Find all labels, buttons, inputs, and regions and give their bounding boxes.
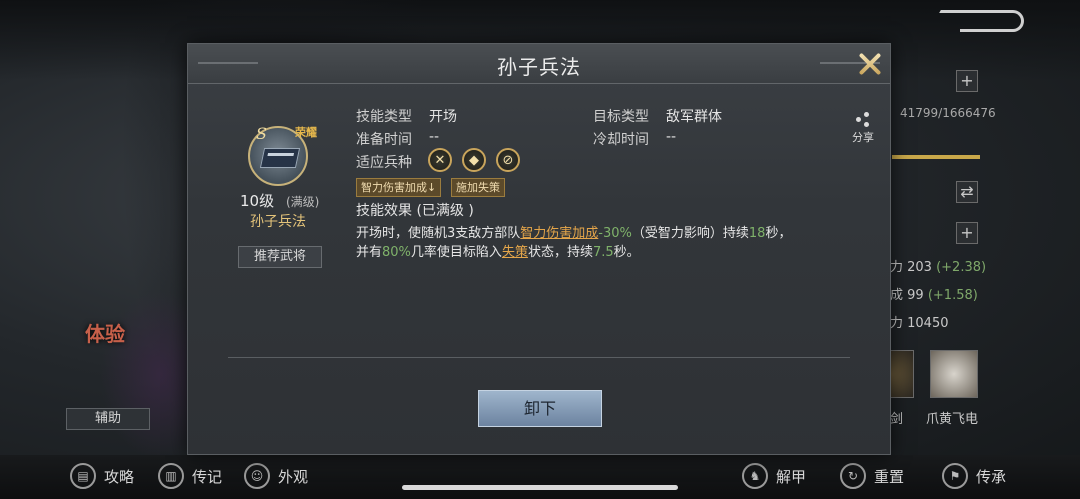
recommend-general-button[interactable]: 推荐武将	[238, 246, 322, 268]
side-card-horse[interactable]	[930, 350, 978, 398]
honor-tag: 荣耀	[295, 126, 317, 139]
archer-icon: ⊘	[496, 148, 520, 172]
stat-label-3: 力 10450	[890, 316, 949, 331]
experience-badge: 体验	[85, 322, 125, 346]
inherit-icon: ⚑	[942, 463, 968, 489]
share-button[interactable]: 分享	[848, 112, 878, 145]
skill-type-label: 技能类型	[356, 109, 412, 125]
nav-guide-label: 攻略	[104, 467, 135, 486]
nav-inherit-label: 传承	[976, 467, 1007, 486]
unload-button[interactable]: 卸下	[478, 390, 602, 427]
skill-detail-modal: 孙子兵法 S 荣耀 10级 (满级) 孙子兵法 推荐武将 技能类型 开场 目标类…	[187, 43, 891, 455]
desc-text: 几率使目标陷入	[410, 245, 502, 260]
skill-name: 孙子兵法	[250, 214, 306, 230]
nav-unarmor-label: 解甲	[776, 467, 807, 486]
stat-row-2: 成 99 (+1.58)	[890, 284, 978, 303]
divider	[228, 357, 850, 358]
desc-text: 秒。	[613, 245, 640, 260]
desc-keyword-link[interactable]: 智力伤害加成	[520, 226, 598, 241]
share-icon	[855, 112, 871, 128]
nav-reset[interactable]: ↻ 重置	[840, 463, 904, 489]
cooldown-label: 冷却时间	[593, 132, 649, 148]
home-indicator[interactable]	[402, 485, 678, 490]
add-button-2[interactable]: +	[956, 222, 978, 244]
nav-appearance-label: 外观	[278, 467, 309, 486]
desc-number: 7.5	[592, 245, 614, 260]
close-icon[interactable]	[856, 50, 884, 78]
nav-inherit[interactable]: ⚑ 传承	[942, 463, 1006, 489]
skill-grade: S	[256, 124, 267, 143]
desc-number: 18	[748, 226, 766, 241]
book-icon	[259, 148, 301, 168]
stat-label-1: 力 203	[890, 260, 932, 275]
modal-title: 孙子兵法	[497, 55, 581, 79]
desc-text: 开场时，使随机3支敌方部队	[356, 226, 521, 241]
target-type-value: 敌军群体	[666, 109, 722, 125]
stat-label-2: 成 99	[890, 288, 924, 303]
effect-title: 技能效果 (已满级 )	[356, 203, 474, 219]
target-type-label: 目标类型	[593, 109, 649, 125]
desc-text: 秒，	[765, 226, 792, 241]
nav-biography-label: 传记	[192, 467, 223, 486]
side-card-weapon-label: 剑	[890, 412, 904, 427]
stat-row-3: 力 10450	[890, 312, 949, 331]
tag-int-damage-down: 智力伤害加成↓	[356, 178, 442, 197]
desc-text: 并有	[356, 245, 383, 260]
skill-level: 10级	[240, 192, 275, 210]
troop-type-label: 适应兵种	[356, 155, 412, 171]
nav-unarmor[interactable]: ♞ 解甲	[742, 463, 806, 489]
stat-row-1: 力 203 (+2.38)	[890, 256, 986, 275]
nav-biography[interactable]: ▥ 传记	[158, 463, 222, 489]
biography-icon: ▥	[158, 463, 184, 489]
side-card-horse-label: 爪黄飞电	[926, 412, 979, 427]
desc-number: 80%	[382, 245, 411, 260]
nav-reset-label: 重置	[874, 467, 905, 486]
swap-button[interactable]: ⇄	[956, 181, 978, 203]
unarmor-icon: ♞	[742, 463, 768, 489]
skill-description: 开场时，使随机3支敌方部队智力伤害加成-30%（受智力影响）持续18秒， 并有8…	[356, 224, 836, 262]
add-button-1[interactable]: +	[956, 70, 978, 92]
modal-header: 孙子兵法	[188, 44, 890, 84]
nav-guide[interactable]: ▤ 攻略	[70, 463, 134, 489]
stat-delta-2: (+1.58)	[927, 288, 978, 303]
share-label: 分享	[852, 131, 874, 144]
exp-progress-text: 41799/1666476	[900, 106, 996, 120]
appearance-icon: ☺	[244, 463, 270, 489]
assist-button[interactable]: 辅助	[66, 408, 150, 430]
back-icon[interactable]	[960, 10, 1024, 32]
tag-apply-confusion: 施加失策	[451, 178, 505, 197]
prep-time-value: --	[429, 129, 440, 145]
prep-time-label: 准备时间	[356, 132, 412, 148]
exp-progress-bar	[892, 155, 980, 159]
desc-text: 状态，持续	[527, 245, 593, 260]
skill-level-note: (满级)	[286, 195, 320, 209]
nav-appearance[interactable]: ☺ 外观	[244, 463, 308, 489]
desc-keyword-link[interactable]: 失策	[502, 245, 528, 260]
skill-type-value: 开场	[429, 109, 457, 125]
cooldown-value: --	[666, 129, 677, 145]
desc-text: （受智力影响）持续	[631, 226, 749, 241]
shield-icon: ◆	[462, 148, 486, 172]
cavalry-icon: ✕	[428, 148, 452, 172]
guide-icon: ▤	[70, 463, 96, 489]
reset-icon: ↻	[840, 463, 866, 489]
desc-number: -30%	[598, 226, 632, 241]
stat-delta-1: (+2.38)	[936, 260, 987, 275]
